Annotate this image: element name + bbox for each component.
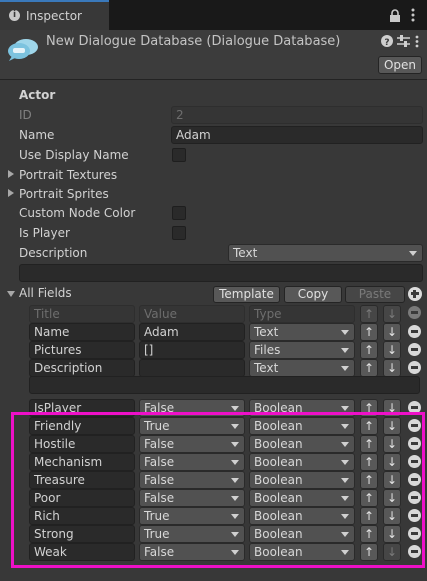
field-type-dropdown[interactable]: Text [249,323,355,341]
move-down-button[interactable]: ↓ [383,341,401,359]
move-up-button[interactable]: ↑ [360,323,378,341]
portrait-textures-foldout-icon[interactable] [8,170,14,178]
name-field[interactable]: Adam [171,126,423,144]
svg-text:?: ? [384,38,389,47]
custom-node-color-checkbox[interactable] [172,206,186,220]
help-icon[interactable]: ? [381,35,393,47]
dialogue-database-logo [8,39,38,61]
remove-field-icon[interactable] [408,361,421,374]
highlight-box [11,412,425,568]
field-value[interactable]: Adam [139,323,245,341]
remove-field-icon[interactable] [408,343,421,356]
column-value-header: Value [139,305,245,323]
header-more-icon[interactable] [415,35,419,48]
column-title-header: Title [29,305,135,323]
portrait-sprites-label[interactable]: Portrait Sprites [19,186,109,202]
is-player-checkbox[interactable] [172,226,186,240]
move-up-button: ↑ [360,305,378,323]
portrait-sprites-foldout-icon[interactable] [8,189,14,197]
use-display-name-checkbox[interactable] [172,148,186,162]
move-down-button[interactable]: ↓ [383,323,401,341]
move-up-button[interactable]: ↑ [360,359,378,377]
description-label: Description [19,246,88,260]
portrait-textures-label[interactable]: Portrait Textures [19,167,117,183]
tab-inspector[interactable]: i Inspector [0,0,109,30]
field-value[interactable] [139,359,245,377]
id-label: ID [19,108,32,122]
field-description-textarea[interactable] [29,376,420,394]
all-fields-foldout-icon[interactable] [7,291,15,297]
copy-button[interactable]: Copy [284,286,342,303]
remove-field-icon[interactable] [408,325,421,338]
is-player-label: Is Player [19,226,70,240]
field-type-dropdown[interactable]: Text [249,359,355,377]
settings-sliders-icon[interactable] [397,35,410,47]
open-button[interactable]: Open [378,56,422,74]
move-down-button[interactable]: ↓ [383,359,401,377]
custom-node-color-label: Custom Node Color [19,206,136,220]
description-type-dropdown[interactable]: Text [228,244,423,262]
paste-button: Paste [345,286,405,303]
info-icon: i [9,10,20,21]
move-down-button: ↓ [383,305,401,323]
remove-field-icon [408,306,421,319]
field-title[interactable]: Description [29,359,135,377]
field-type-dropdown[interactable]: Files [249,341,355,359]
column-type-header: Type [249,305,355,323]
actor-section-title: Actor [19,88,56,102]
tab-label: Inspector [26,9,82,23]
template-button[interactable]: Template [213,286,280,303]
header-title: New Dialogue Database (Dialogue Database… [46,34,341,49]
lock-icon[interactable] [389,9,401,22]
field-value[interactable]: [] [139,341,245,359]
name-label: Name [19,128,55,142]
more-menu-icon[interactable] [411,8,415,22]
move-up-button[interactable]: ↑ [360,341,378,359]
all-fields-label[interactable]: All Fields [19,285,72,301]
field-title[interactable]: Name [29,323,135,341]
field-title[interactable]: Pictures [29,341,135,359]
add-field-icon[interactable] [408,287,422,301]
use-display-name-label: Use Display Name [19,148,129,162]
description-textarea[interactable] [19,264,423,282]
id-field: 2 [171,106,423,124]
